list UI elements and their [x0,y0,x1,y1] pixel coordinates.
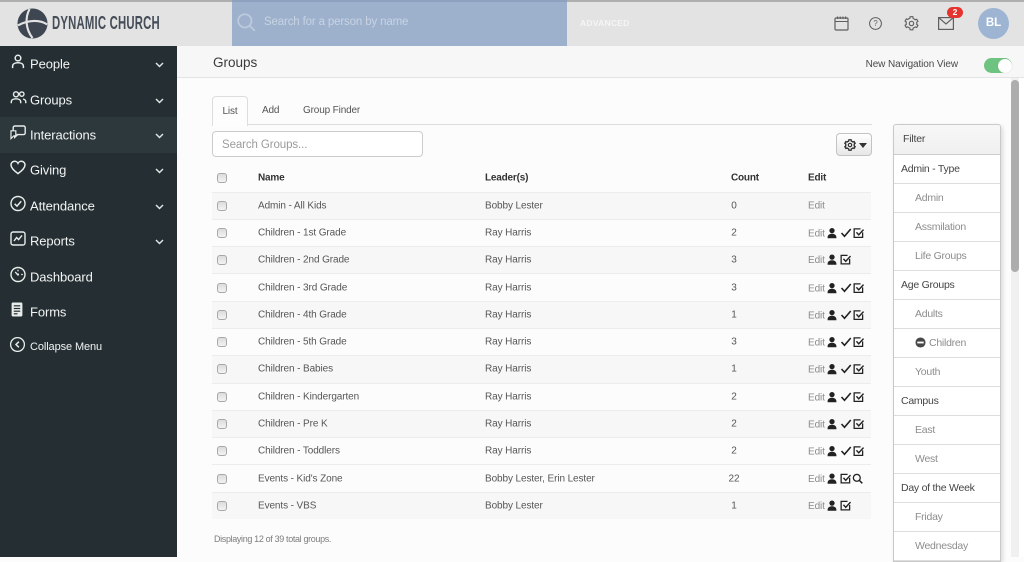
svg-text:?: ? [873,19,878,28]
